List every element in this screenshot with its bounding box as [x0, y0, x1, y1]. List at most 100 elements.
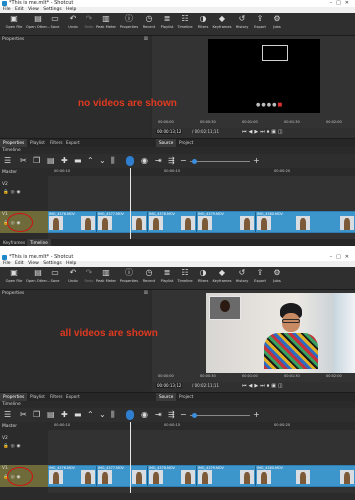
menu-icon[interactable]: ☰	[4, 156, 11, 166]
menu-view[interactable]: View	[28, 7, 39, 12]
timeline-tracks[interactable]: 00:00:10 00:00:15 00:00:20 IMG_4376.MOV …	[48, 168, 355, 239]
ripple-all-icon[interactable]: ⇶	[168, 410, 175, 420]
tab-properties[interactable]: Properties	[0, 393, 28, 401]
timeline-tracks[interactable]: 00:00:10 00:00:15 00:00:20 IMG_4376.MOV …	[48, 422, 355, 493]
tab-playlist[interactable]: Playlist	[27, 393, 48, 401]
append-icon[interactable]: ✚	[61, 410, 68, 420]
zoom-slider-handle[interactable]	[192, 159, 197, 164]
clip[interactable]: IMG_4376.MOV	[48, 212, 97, 232]
title-bar: *This is me.mlt* - Shotcut –□✕	[0, 254, 355, 261]
tab-project[interactable]: Project	[176, 139, 196, 147]
split-icon[interactable]: ⫼	[111, 410, 115, 420]
clip[interactable]: IMG_4379.MOV	[197, 466, 256, 486]
jobs-button[interactable]: ⚙ Jobs	[265, 14, 289, 34]
tab-playlist[interactable]: Playlist	[27, 139, 48, 147]
video-preview[interactable]: ●●●●■	[208, 39, 320, 113]
menu-edit[interactable]: Edit	[15, 7, 24, 12]
window-controls[interactable]: –□✕	[330, 254, 353, 261]
tab-source[interactable]: Source	[156, 393, 177, 401]
copy-icon[interactable]: ❐	[33, 410, 40, 420]
clip[interactable]: IMG_4380.MOV	[256, 466, 355, 486]
timecode-current[interactable]: 00:00:13;12	[156, 383, 183, 388]
menu-file[interactable]: File	[3, 7, 11, 12]
track-v2-controls[interactable]: 🔒◎◉	[3, 190, 22, 195]
append-icon[interactable]: ✚	[61, 156, 68, 166]
clip[interactable]: IMG_4380.MOV	[256, 212, 355, 232]
overwrite-icon[interactable]: ⌄	[99, 410, 106, 420]
open-file-button[interactable]: ▣ Open File	[2, 14, 26, 34]
track-v1-header[interactable]: V1 🔒◎◉	[0, 211, 48, 233]
timecode-current[interactable]: 00:00:13;12	[156, 129, 183, 134]
cut-icon[interactable]: ✂	[20, 156, 27, 166]
tab-export[interactable]: Export	[63, 393, 83, 401]
zoom-out-icon[interactable]: −	[180, 156, 187, 166]
tab-keyframes[interactable]: Keyframes	[0, 239, 28, 246]
clip[interactable]: IMG_4376.MOV	[48, 466, 97, 486]
menu-help[interactable]: Help	[66, 7, 76, 12]
zoom-slider[interactable]	[190, 415, 250, 416]
clip[interactable]: IMG_4377.MOV	[97, 212, 148, 232]
zoom-slider-handle[interactable]	[192, 413, 197, 418]
menu-edit[interactable]: Edit	[15, 261, 24, 266]
track-v2-controls[interactable]: 🔒◎◉	[3, 444, 22, 449]
copy-icon[interactable]: ❐	[33, 156, 40, 166]
playhead[interactable]	[130, 422, 131, 493]
tab-timeline[interactable]: Timeline	[27, 239, 51, 246]
menu-settings[interactable]: Settings	[43, 7, 61, 12]
viewer-scrub-ruler[interactable]: 00:00:00 00:00:30 00:01:00 00:01:30 00:0…	[152, 120, 355, 126]
lift-icon[interactable]: ⌃	[87, 410, 94, 420]
clip-thumbnail	[340, 470, 354, 484]
playback-controls[interactable]: ⏮◀▶⏭⏹▣◫	[242, 129, 285, 135]
zoom-slider[interactable]	[190, 161, 250, 162]
playhead[interactable]	[130, 168, 131, 239]
zoom-in-icon[interactable]: +	[253, 410, 260, 420]
tab-properties[interactable]: Properties	[0, 139, 28, 147]
ripple-icon[interactable]: ⇥	[155, 410, 162, 420]
panel-close-icon[interactable]: ⊠	[144, 36, 148, 42]
menu-settings[interactable]: Settings	[43, 261, 61, 266]
tab-export[interactable]: Export	[63, 139, 83, 147]
clip[interactable]: IMG_4379.MOV	[197, 212, 256, 232]
playback-controls[interactable]: ⏮◀▶⏭⏹▣◫	[242, 383, 285, 389]
filters-icon: ◑	[199, 14, 207, 23]
tab-project[interactable]: Project	[176, 393, 196, 401]
snap-icon[interactable]	[126, 410, 134, 420]
cut-icon[interactable]: ✂	[20, 410, 27, 420]
ripple-icon[interactable]: ⇥	[155, 156, 162, 166]
panel-close-icon[interactable]: ⊠	[144, 290, 148, 296]
video-preview[interactable]	[206, 293, 355, 373]
peak-meter-button[interactable]: ▥ Peak Meter	[94, 268, 118, 288]
shotcut-app-icon	[2, 1, 7, 6]
ripple-all-icon[interactable]: ⇶	[168, 156, 175, 166]
timeline-ruler[interactable]: 00:00:10 00:00:15 00:00:20	[48, 168, 355, 176]
jobs-button[interactable]: ⚙ Jobs	[265, 268, 289, 288]
peak-meter-button[interactable]: ▥ Peak Meter	[94, 14, 118, 34]
tab-source[interactable]: Source	[156, 139, 177, 147]
scrub-icon[interactable]: ◉	[141, 410, 148, 420]
paste-icon[interactable]: ▤	[47, 156, 55, 166]
menu-help[interactable]: Help	[66, 261, 76, 266]
window-controls[interactable]: –□✕	[330, 0, 353, 7]
viewer-tick: 00:00:00	[158, 374, 174, 378]
clip[interactable]: IMG_4377.MOV	[97, 466, 148, 486]
lift-icon[interactable]: ⌃	[87, 156, 94, 166]
remove-icon[interactable]: ▬	[74, 410, 82, 420]
track-v1-header[interactable]: V1 🔒◎◉	[0, 465, 48, 487]
scrub-icon[interactable]: ◉	[141, 156, 148, 166]
snap-icon[interactable]	[126, 156, 134, 166]
clip[interactable]: IMG_4378.MOV	[148, 466, 197, 486]
zoom-in-icon[interactable]: +	[253, 156, 260, 166]
split-icon[interactable]: ⫼	[111, 156, 115, 166]
overwrite-icon[interactable]: ⌄	[99, 156, 106, 166]
paste-icon[interactable]: ▤	[47, 410, 55, 420]
menu-view[interactable]: View	[28, 261, 39, 266]
remove-icon[interactable]: ▬	[74, 156, 82, 166]
open-file-button[interactable]: ▣ Open File	[2, 268, 26, 288]
zoom-out-icon[interactable]: −	[180, 410, 187, 420]
viewer-scrub-ruler[interactable]: 00:00:00 00:00:30 00:01:00 00:01:30 00:0…	[152, 374, 355, 380]
redo-icon: ↷	[85, 14, 93, 23]
clip[interactable]: IMG_4378.MOV	[148, 212, 197, 232]
timeline-ruler[interactable]: 00:00:10 00:00:15 00:00:20	[48, 422, 355, 430]
menu-icon[interactable]: ☰	[4, 410, 11, 420]
menu-file[interactable]: File	[3, 261, 11, 266]
